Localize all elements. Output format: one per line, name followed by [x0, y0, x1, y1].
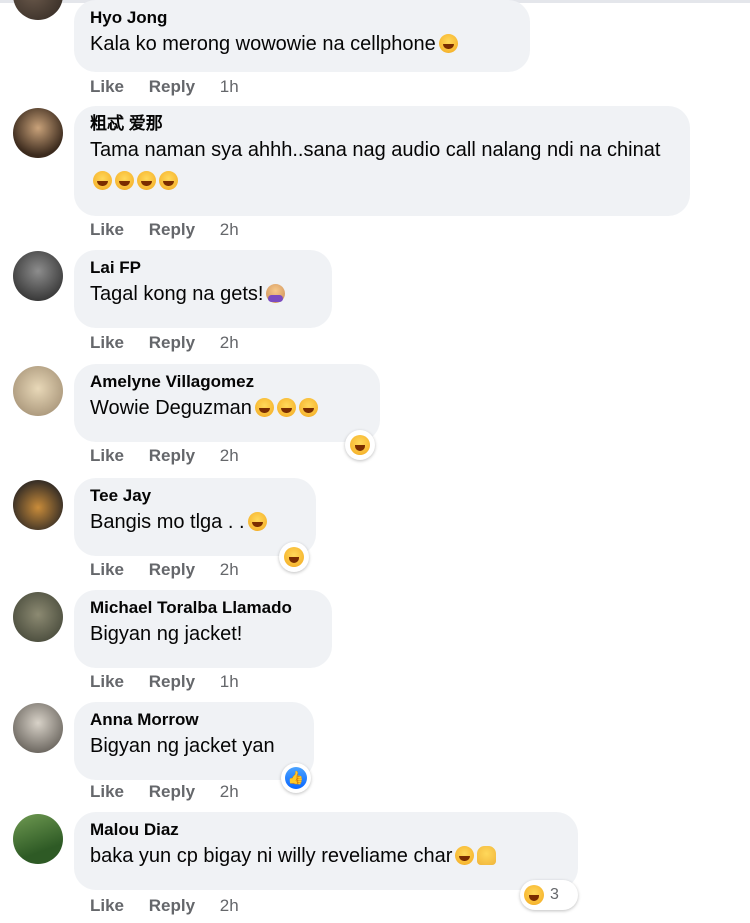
comment-bubble: Lai FP Tagal kong na gets!: [74, 250, 332, 328]
haha-icon: [524, 885, 544, 905]
rofl-emoji-icon: [159, 171, 178, 190]
reply-button[interactable]: Reply: [149, 896, 195, 915]
avatar[interactable]: [13, 366, 63, 416]
comment-text: baka yun cp bigay ni willy reveliame cha…: [90, 841, 562, 872]
comment-text: Kala ko merong wowowie na cellphone: [90, 29, 514, 60]
rofl-emoji-icon: [137, 171, 156, 190]
comment-actions: Like Reply 2h: [90, 446, 259, 466]
rofl-emoji-icon: [276, 398, 296, 417]
comment-bubble: Hyo Jong Kala ko merong wowowie na cellp…: [74, 0, 530, 72]
timestamp[interactable]: 2h: [220, 333, 239, 352]
rofl-emoji-icon: [254, 398, 274, 417]
comment-bubble: Amelyne Villagomez Wowie Deguzman: [74, 364, 380, 442]
comment-actions: Like Reply 2h: [90, 333, 259, 353]
like-button[interactable]: Like: [90, 896, 124, 915]
avatar[interactable]: [13, 592, 63, 642]
laughing-emoji-icon: [438, 34, 458, 53]
reaction-count: 3: [550, 886, 559, 903]
reaction-summary[interactable]: 3: [520, 880, 578, 910]
comment-actions: Like Reply 2h: [90, 782, 259, 802]
reply-button[interactable]: Reply: [149, 446, 195, 465]
comment-bubble: 粗忒 爱那 Tama naman sya ahhh..sana nag audi…: [74, 106, 690, 216]
avatar[interactable]: [13, 703, 63, 753]
reply-button[interactable]: Reply: [149, 560, 195, 579]
laughing-emoji-icon: [455, 846, 475, 865]
avatar[interactable]: [13, 814, 63, 864]
comment-actions: Like Reply 1h: [90, 672, 259, 692]
commenter-name[interactable]: Michael Toralba Llamado: [90, 597, 316, 619]
timestamp[interactable]: 2h: [220, 446, 239, 465]
commenter-name[interactable]: Malou Diaz: [90, 819, 562, 841]
comment-bubble: Anna Morrow Bigyan ng jacket yan: [74, 702, 314, 780]
comment-actions: Like Reply 2h: [90, 896, 259, 916]
avatar[interactable]: [13, 108, 63, 158]
like-button[interactable]: Like: [90, 446, 124, 465]
facepalm-emoji-icon: [266, 284, 286, 303]
comment-bubble: Malou Diaz baka yun cp bigay ni willy re…: [74, 812, 578, 890]
comment-text: Bigyan ng jacket!: [90, 623, 243, 645]
haha-icon: [284, 547, 304, 567]
timestamp[interactable]: 1h: [220, 77, 239, 96]
victory-hand-emoji-icon: [477, 846, 497, 865]
reply-button[interactable]: Reply: [149, 77, 195, 96]
commenter-name[interactable]: Hyo Jong: [90, 7, 514, 29]
timestamp[interactable]: 2h: [220, 560, 239, 579]
comment-text: Bangis mo tlga . .: [90, 507, 300, 538]
avatar[interactable]: [13, 480, 63, 530]
like-button[interactable]: Like: [90, 333, 124, 352]
reply-button[interactable]: Reply: [149, 672, 195, 691]
timestamp[interactable]: 2h: [220, 782, 239, 801]
rofl-emoji-icon: [298, 398, 318, 417]
haha-reaction-badge[interactable]: [279, 542, 309, 572]
like-button[interactable]: Like: [90, 560, 124, 579]
comment-text: Tagal kong na gets!: [90, 279, 316, 310]
comment-text: Bigyan ng jacket yan: [90, 735, 275, 757]
reply-button[interactable]: Reply: [149, 782, 195, 801]
timestamp[interactable]: 2h: [220, 896, 239, 915]
like-reaction-badge[interactable]: 👍: [281, 763, 311, 793]
timestamp[interactable]: 1h: [220, 672, 239, 691]
rofl-emoji-icon: [115, 171, 134, 190]
comment-actions: Like Reply 2h: [90, 560, 259, 580]
comment-text: Tama naman sya ahhh..sana nag audio call…: [90, 135, 674, 197]
comment-actions: Like Reply 2h: [90, 220, 259, 240]
comment-actions: Like Reply 1h: [90, 77, 259, 97]
like-button[interactable]: Like: [90, 672, 124, 691]
commenter-name[interactable]: Lai FP: [90, 257, 316, 279]
haha-reaction-badge[interactable]: [345, 430, 375, 460]
avatar[interactable]: [13, 251, 63, 301]
like-button[interactable]: Like: [90, 220, 124, 239]
thumbs-up-icon: 👍: [285, 767, 307, 789]
comment-bubble: Tee Jay Bangis mo tlga . .: [74, 478, 316, 556]
reply-button[interactable]: Reply: [149, 220, 195, 239]
comment-text: Wowie Deguzman: [90, 393, 364, 424]
timestamp[interactable]: 2h: [220, 220, 239, 239]
rofl-emoji-icon: [247, 512, 267, 531]
commenter-name[interactable]: Tee Jay: [90, 485, 300, 507]
like-button[interactable]: Like: [90, 782, 124, 801]
commenter-name[interactable]: Anna Morrow: [90, 709, 298, 731]
like-button[interactable]: Like: [90, 77, 124, 96]
rofl-emoji-icon: [93, 171, 112, 190]
commenter-name[interactable]: Amelyne Villagomez: [90, 371, 364, 393]
avatar[interactable]: [13, 0, 63, 20]
commenter-name[interactable]: 粗忒 爱那: [90, 113, 674, 135]
comment-bubble: Michael Toralba Llamado Bigyan ng jacket…: [74, 590, 332, 668]
reply-button[interactable]: Reply: [149, 333, 195, 352]
haha-icon: [350, 435, 370, 455]
